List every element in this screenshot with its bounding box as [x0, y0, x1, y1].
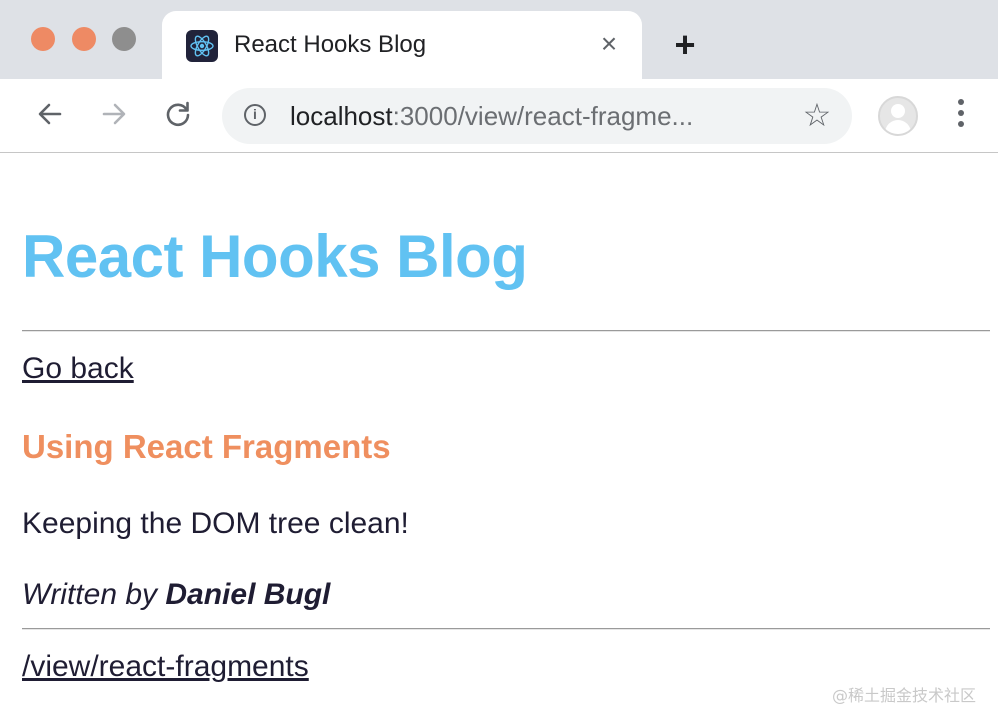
browser-toolbar: i localhost:3000/view/react-fragme... ☆ [0, 79, 998, 153]
active-tab[interactable]: React Hooks Blog × [162, 11, 642, 79]
star-icon[interactable]: ☆ [800, 98, 834, 132]
kebab-menu-icon[interactable] [955, 99, 967, 133]
arrow-right-icon [102, 103, 126, 125]
avatar-icon[interactable] [878, 96, 918, 136]
react-logo-icon [186, 30, 218, 62]
post-title: Using React Fragments [22, 428, 391, 465]
divider [22, 330, 990, 332]
window-close-button[interactable] [31, 27, 55, 51]
go-back-link[interactable]: Go back [22, 352, 134, 386]
window-maximize-button[interactable] [112, 27, 136, 51]
post-byline: Written by Daniel Bugl [22, 578, 330, 612]
post-body: Keeping the DOM tree clean! [22, 507, 409, 540]
reload-button[interactable] [160, 96, 196, 132]
new-tab-button[interactable]: + [668, 27, 702, 63]
info-icon[interactable]: i [244, 104, 266, 126]
reload-icon [166, 101, 190, 127]
back-button[interactable] [32, 96, 68, 132]
watermark: @稀土掘金技术社区 [832, 686, 977, 705]
page-title: React Hooks Blog [22, 223, 528, 290]
arrow-left-icon [38, 103, 62, 125]
close-tab-icon[interactable]: × [594, 29, 624, 59]
window-minimize-button[interactable] [72, 27, 96, 51]
post-author: Daniel Bugl [165, 578, 331, 611]
byline-prefix: Written by [22, 578, 166, 611]
footer-link[interactable]: /view/react-fragments [22, 650, 309, 684]
url-text[interactable]: localhost:3000/view/react-fragme... [290, 101, 693, 132]
forward-button[interactable] [96, 96, 132, 132]
url-host: localhost [290, 101, 393, 131]
divider [22, 628, 990, 630]
tab-title: React Hooks Blog [234, 31, 427, 58]
address-bar[interactable]: i localhost:3000/view/react-fragme... ☆ [222, 88, 852, 144]
tab-bar: React Hooks Blog × + [0, 0, 998, 79]
url-path: :3000/view/react-fragme... [392, 101, 694, 131]
